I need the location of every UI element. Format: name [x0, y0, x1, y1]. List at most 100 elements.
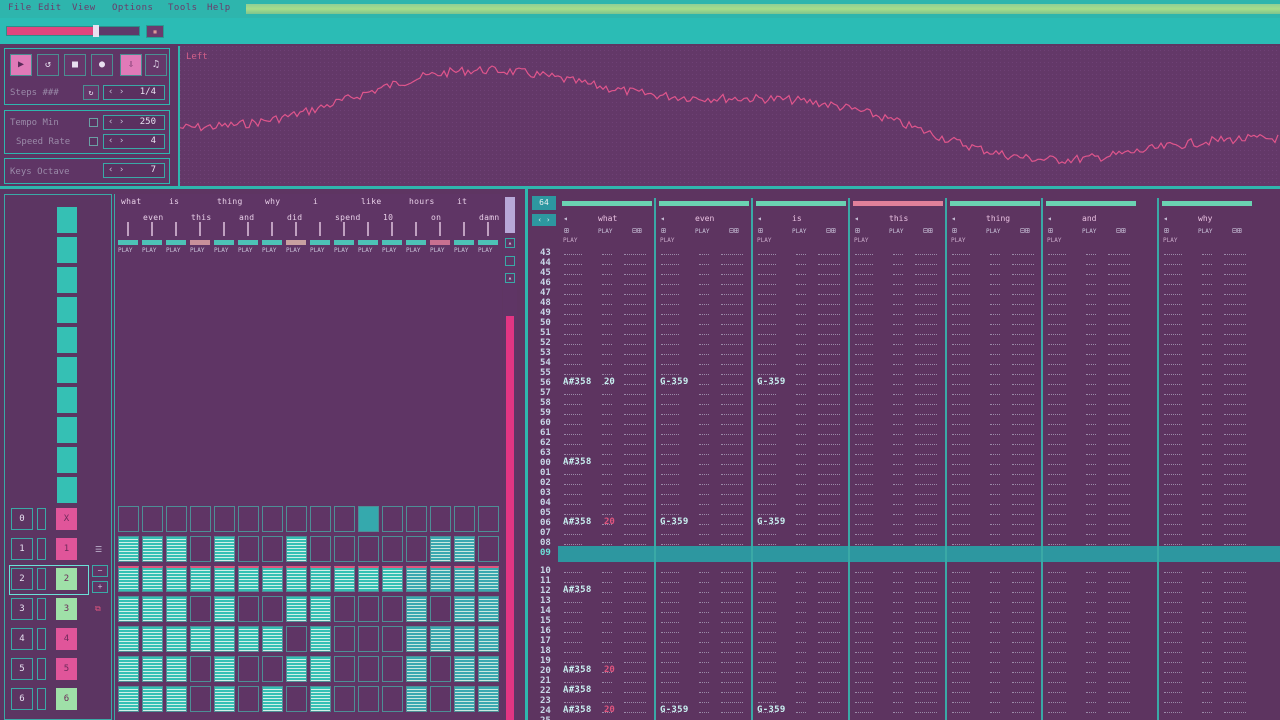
note-cell[interactable]: G-359	[660, 517, 689, 527]
pattern-cell[interactable]	[238, 506, 259, 532]
pattern-cell[interactable]	[478, 626, 499, 652]
pattern-cell[interactable]	[382, 536, 403, 562]
row-number[interactable]: 06	[540, 518, 551, 528]
song-row-mute[interactable]	[37, 628, 46, 650]
pattern-cell[interactable]	[262, 536, 283, 562]
pattern-cell[interactable]	[190, 686, 211, 712]
pattern-cell[interactable]	[214, 506, 235, 532]
scroll-thumb[interactable]	[505, 197, 515, 233]
note-velocity[interactable]: 20	[604, 377, 615, 387]
metronome-icon[interactable]: ♫	[145, 54, 167, 76]
tempo-checkbox[interactable]	[89, 118, 98, 127]
pattern-cell[interactable]	[334, 536, 355, 562]
pattern-cell[interactable]	[118, 596, 139, 622]
pattern-cell[interactable]	[358, 686, 379, 712]
row-number[interactable]: 45	[540, 268, 551, 278]
pattern-cell[interactable]	[142, 686, 163, 712]
stop-button[interactable]: ■	[64, 54, 86, 76]
row-number[interactable]: 01	[540, 468, 551, 478]
row-number[interactable]: 50	[540, 318, 551, 328]
note-cell[interactable]: G-359	[757, 705, 786, 715]
channel-play-label[interactable]: PLAY	[286, 247, 300, 254]
row-number[interactable]: 05	[540, 508, 551, 518]
channel-name[interactable]: on	[431, 213, 441, 222]
pattern-cell[interactable]	[166, 566, 187, 592]
note-velocity[interactable]: 20	[604, 665, 615, 675]
pattern-cell[interactable]	[430, 536, 451, 562]
track-play-label[interactable]: PLAY	[757, 237, 771, 244]
note-cell[interactable]: A#358	[563, 705, 592, 715]
row-number[interactable]: 43	[540, 248, 551, 258]
pattern-cell[interactable]	[382, 566, 403, 592]
pattern-cell[interactable]	[262, 506, 283, 532]
speed-checkbox[interactable]	[89, 137, 98, 146]
song-row-mute[interactable]	[37, 538, 46, 560]
note-cell[interactable]: G-359	[757, 377, 786, 387]
song-row-pattern[interactable]: 6	[56, 688, 77, 710]
track-remove-icon[interactable]: ⊟⊞	[1232, 226, 1242, 235]
channel-name[interactable]: thing	[217, 197, 243, 206]
track-play-label[interactable]: PLAY	[986, 228, 1000, 235]
pattern-length[interactable]: 64	[532, 196, 556, 210]
note-cell[interactable]: G-359	[660, 705, 689, 715]
pattern-cell[interactable]	[166, 686, 187, 712]
pattern-cell[interactable]	[406, 686, 427, 712]
track-play-label[interactable]: PLAY	[854, 237, 868, 244]
pattern-cell[interactable]	[286, 686, 307, 712]
pattern-cell[interactable]	[118, 626, 139, 652]
pattern-cell[interactable]	[142, 506, 163, 532]
channel-volume-fader[interactable]	[151, 222, 153, 236]
track-remove-icon[interactable]: ⊟⊞	[729, 226, 739, 235]
row-number[interactable]: 13	[540, 596, 551, 606]
pattern-cell[interactable]	[118, 686, 139, 712]
channel-name[interactable]: damn	[479, 213, 499, 222]
record-button[interactable]: ●	[91, 54, 113, 76]
song-row-mute[interactable]	[37, 508, 46, 530]
pattern-cell[interactable]	[406, 506, 427, 532]
channel-play-label[interactable]: PLAY	[478, 247, 492, 254]
row-number[interactable]: 49	[540, 308, 551, 318]
song-row-mute[interactable]	[37, 688, 46, 710]
row-number[interactable]: 14	[540, 606, 551, 616]
song-row-pattern[interactable]: 1	[56, 538, 77, 560]
track-header-bar[interactable]	[756, 201, 846, 206]
row-number[interactable]: 24	[540, 706, 551, 716]
pattern-cell[interactable]	[190, 566, 211, 592]
channel-play-label[interactable]: PLAY	[142, 247, 156, 254]
pattern-cell[interactable]	[286, 596, 307, 622]
row-number[interactable]: 57	[540, 388, 551, 398]
pattern-cell[interactable]	[406, 596, 427, 622]
pattern-cell[interactable]	[118, 536, 139, 562]
song-row-selected[interactable]	[9, 565, 89, 595]
track-play-label[interactable]: PLAY	[660, 237, 674, 244]
menu-edit[interactable]: Edit	[38, 3, 62, 13]
track-remove-icon[interactable]: ⊟⊞	[923, 226, 933, 235]
note-cell[interactable]: A#358	[563, 457, 592, 467]
pattern-cell[interactable]	[190, 506, 211, 532]
channel-play-label[interactable]: PLAY	[430, 247, 444, 254]
pattern-cell[interactable]	[382, 686, 403, 712]
channel-name[interactable]: is	[169, 197, 179, 206]
channel-name[interactable]: what	[121, 197, 141, 206]
pattern-cell[interactable]	[430, 686, 451, 712]
pattern-cell[interactable]	[334, 566, 355, 592]
pattern-cell[interactable]	[214, 686, 235, 712]
pattern-cell[interactable]	[382, 626, 403, 652]
pattern-cell[interactable]	[238, 566, 259, 592]
track-add-icon[interactable]: ⊞	[758, 226, 763, 235]
note-velocity[interactable]: 20	[604, 517, 615, 527]
channel-play-label[interactable]: PLAY	[382, 247, 396, 254]
pattern-cell[interactable]	[334, 656, 355, 682]
channel-volume-fader[interactable]	[415, 222, 417, 236]
pattern-cell[interactable]	[118, 566, 139, 592]
pattern-cell[interactable]	[166, 626, 187, 652]
track-play-label[interactable]: PLAY	[1047, 237, 1061, 244]
channel-name[interactable]: it	[457, 197, 467, 206]
channel-play-label[interactable]: PLAY	[238, 247, 252, 254]
channel-play-label[interactable]: PLAY	[118, 247, 132, 254]
pattern-cell[interactable]	[166, 506, 187, 532]
pattern-cell[interactable]	[142, 626, 163, 652]
channel-volume-fader[interactable]	[367, 222, 369, 236]
track-name[interactable]: is	[792, 214, 802, 223]
tempo-spinner[interactable]: ‹ › 250	[103, 115, 165, 130]
